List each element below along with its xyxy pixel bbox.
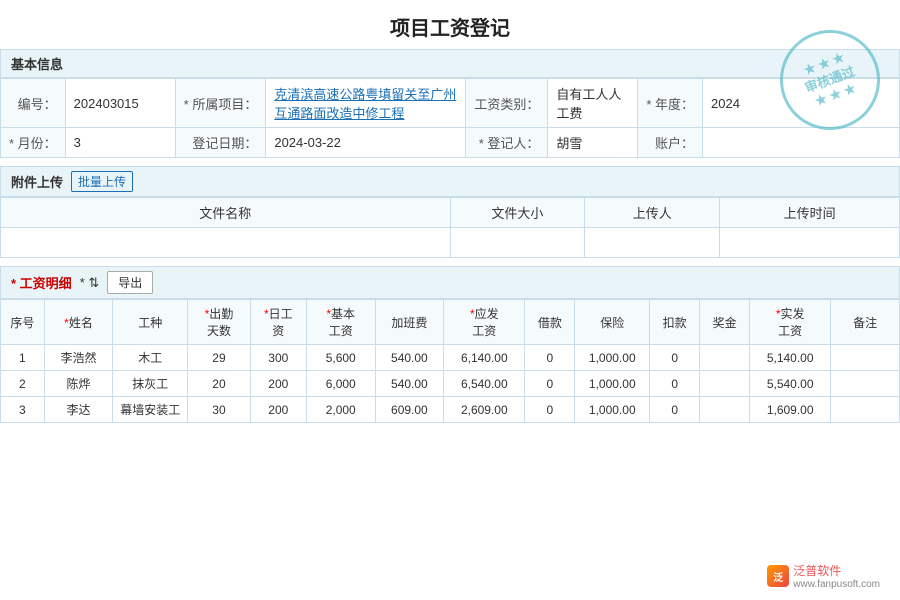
page-title: 项目工资登记 <box>0 0 900 49</box>
col-job: 工种 <box>113 300 188 345</box>
attachment-header: 附件上传 批量上传 <box>0 166 900 197</box>
file-empty-row <box>1 228 900 258</box>
project-label: * 所属项目： <box>175 79 266 128</box>
col-insurance: 保险 <box>575 300 650 345</box>
account-label: 账户： <box>638 128 703 158</box>
col-bonus: 奖金 <box>700 300 750 345</box>
batch-upload-button[interactable]: 批量上传 <box>71 171 133 192</box>
col-loan: 借款 <box>525 300 575 345</box>
basic-info-label: 基本信息 <box>11 54 63 73</box>
salary-row: 2陈烨抹灰工202006,000540.006,540.0001,000.000… <box>1 371 900 397</box>
year-label: * 年度： <box>638 79 703 128</box>
logo-name: 泛普软件 <box>793 562 880 579</box>
sort-icon: ⇅ <box>80 275 100 291</box>
col-days: *出勤天数 <box>188 300 250 345</box>
col-seq: 序号 <box>1 300 45 345</box>
project-link[interactable]: 克清滨高速公路粤填留关至广州互通路面改造中修工程 <box>274 87 456 121</box>
export-button[interactable]: 导出 <box>107 271 153 294</box>
month-value: 3 <box>65 128 175 158</box>
col-basic: *基本工资 <box>306 300 375 345</box>
attachment-section: 附件上传 批量上传 文件名称 文件大小 上传人 上传时间 <box>0 166 900 258</box>
salary-row: 1李浩然木工293005,600540.006,140.0001,000.000… <box>1 345 900 371</box>
logo-area: 泛 泛普软件 www.fanpusoft.com <box>767 562 880 590</box>
col-deduction: 扣款 <box>650 300 700 345</box>
uploader-col: 上传人 <box>585 198 720 228</box>
date-value: 2024-03-22 <box>266 128 466 158</box>
salary-header: 工资明细 ⇅ 导出 <box>0 266 900 299</box>
code-value: 202403015 <box>65 79 175 128</box>
code-label: 编号： <box>1 79 66 128</box>
file-table: 文件名称 文件大小 上传人 上传时间 <box>0 197 900 258</box>
salary-row: 3李达幕墙安装工302002,000609.002,609.0001,000.0… <box>1 397 900 423</box>
wage-type-label: 工资类别： <box>466 79 548 128</box>
wage-type-value: 自有工人人工费 <box>548 79 638 128</box>
file-name-col: 文件名称 <box>1 198 451 228</box>
recorder-value: 胡雪 <box>548 128 638 158</box>
date-label: 登记日期： <box>175 128 266 158</box>
logo-url: www.fanpusoft.com <box>793 579 880 590</box>
basic-info-section-header: 基本信息 <box>0 49 900 78</box>
project-value[interactable]: 克清滨高速公路粤填留关至广州互通路面改造中修工程 <box>266 79 466 128</box>
upload-time-col: 上传时间 <box>720 198 900 228</box>
year-value: 2024 <box>703 79 900 128</box>
col-remark: 备注 <box>831 300 900 345</box>
col-actual: *实发工资 <box>750 300 831 345</box>
salary-label: 工资明细 <box>11 273 72 292</box>
col-daily: *日工资 <box>250 300 306 345</box>
col-name: *姓名 <box>44 300 113 345</box>
salary-section: 工资明细 ⇅ 导出 序号 *姓名 工种 *出勤天数 *日工资 *基本工资 加班费… <box>0 266 900 423</box>
file-size-col: 文件大小 <box>450 198 585 228</box>
month-label: * 月份： <box>1 128 66 158</box>
col-payable: *应发工资 <box>444 300 525 345</box>
salary-table: 序号 *姓名 工种 *出勤天数 *日工资 *基本工资 加班费 *应发工资 借款 … <box>0 299 900 423</box>
col-overtime: 加班费 <box>375 300 444 345</box>
logo-icon: 泛 <box>767 565 789 587</box>
basic-info-table: 编号： 202403015 * 所属项目： 克清滨高速公路粤填留关至广州互通路面… <box>0 78 900 158</box>
recorder-label: * 登记人： <box>466 128 548 158</box>
attachment-label: 附件上传 <box>11 172 63 191</box>
account-value <box>703 128 900 158</box>
